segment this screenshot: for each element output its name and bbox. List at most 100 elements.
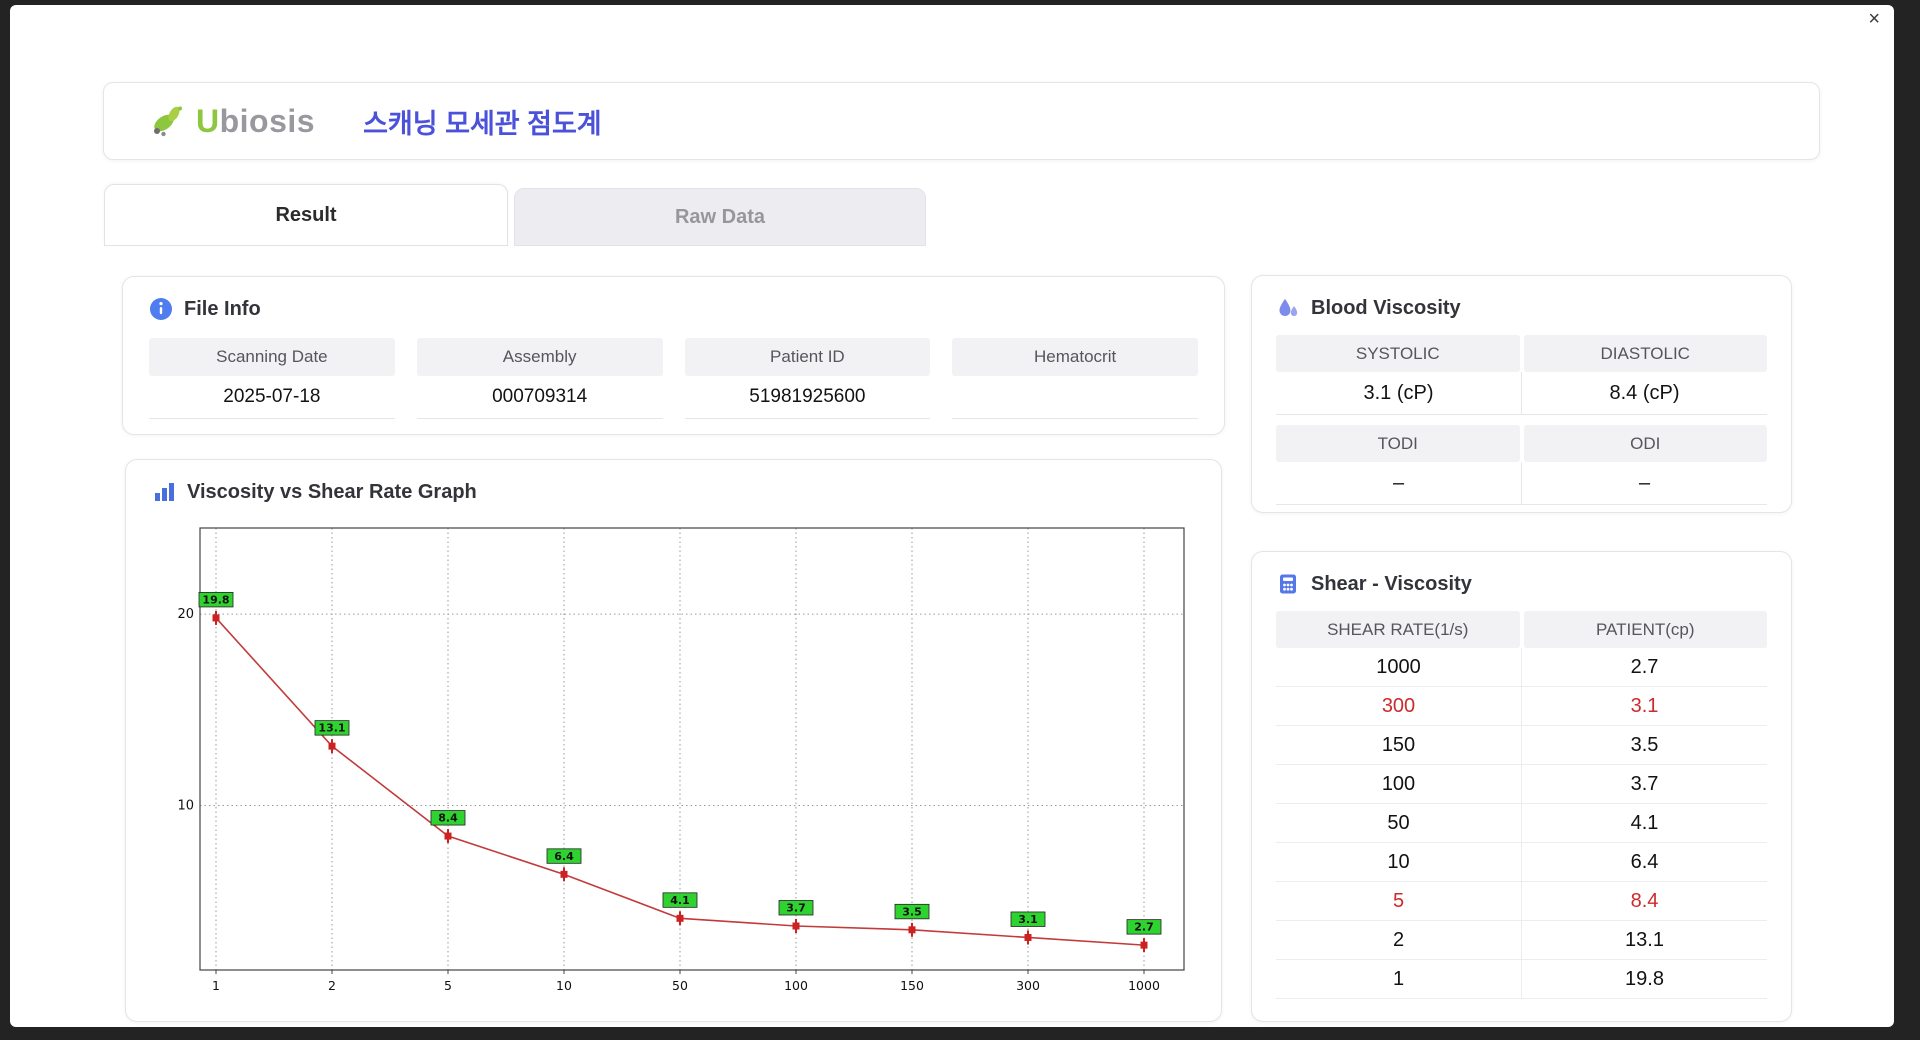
- file-info-panel: File Info Scanning Date 2025-07-18 Assem…: [122, 276, 1225, 435]
- field-value: 2025-07-18: [149, 376, 395, 419]
- systolic-header: SYSTOLIC: [1276, 335, 1520, 372]
- field-patient-id: Patient ID 51981925600: [684, 338, 931, 419]
- field-value: [952, 376, 1198, 419]
- svg-text:1: 1: [212, 978, 220, 993]
- file-info-fields: Scanning Date 2025-07-18 Assembly 000709…: [149, 338, 1198, 419]
- svg-text:10: 10: [556, 978, 572, 993]
- svg-text:19.8: 19.8: [202, 593, 229, 606]
- shear-rate-cell: 2: [1392, 928, 1405, 951]
- leaf-logo-icon: [154, 106, 182, 137]
- shear-rate-cell: 50: [1387, 811, 1410, 834]
- svg-text:8.4: 8.4: [438, 812, 458, 825]
- table-row: 50 4.1: [1276, 804, 1767, 843]
- todi-value: –: [1276, 462, 1521, 505]
- tab-raw-data[interactable]: Raw Data: [514, 188, 926, 246]
- patient-viscosity-cell: 4.1: [1521, 804, 1767, 842]
- shear-viscosity-title-row: Shear - Viscosity: [1276, 572, 1767, 596]
- info-icon: [150, 298, 172, 320]
- graph-panel: Viscosity vs Shear Rate Graph 10 20 1 2 5 10 5…: [125, 459, 1222, 1022]
- odi-value: –: [1521, 462, 1767, 505]
- svg-text:10: 10: [177, 798, 194, 813]
- systolic-value: 3.1 (cP): [1276, 372, 1521, 415]
- svg-text:150: 150: [900, 978, 924, 993]
- shear-viscosity-title: Shear - Viscosity: [1311, 572, 1472, 595]
- shear-rate-cell: 100: [1381, 772, 1416, 795]
- field-label: Hematocrit: [952, 338, 1198, 376]
- odi-header: ODI: [1523, 425, 1767, 462]
- patient-viscosity-cell: 6.4: [1521, 843, 1767, 881]
- field-assembly: Assembly 000709314: [416, 338, 663, 419]
- page-title: 스캐닝 모세관 점도계: [363, 108, 602, 139]
- table-row: 1 19.8: [1276, 960, 1767, 999]
- shear-table-body: 1000 2.7 300 3.1 150 3.5 100 3.7 50 4.1 10 6.4 5 8.4 2…: [1276, 648, 1767, 999]
- logo-text: Ubiosis: [196, 103, 315, 140]
- bar-chart-icon: [155, 483, 174, 501]
- svg-text:4.1: 4.1: [670, 894, 690, 907]
- table-row: 5 8.4: [1276, 882, 1767, 921]
- svg-text:3.7: 3.7: [786, 901, 806, 914]
- viscosity-chart: 10 20 1 2 5 10 50 100 150 300 1000 19.8 13.1 8.4 6.4 4.…: [177, 527, 1185, 993]
- close-icon[interactable]: ×: [1868, 9, 1880, 29]
- svg-text:300: 300: [1016, 978, 1040, 993]
- shear-rate-cell: 5: [1392, 889, 1405, 912]
- patient-viscosity-cell: 19.8: [1521, 960, 1767, 998]
- tab-result[interactable]: Result: [104, 184, 508, 246]
- calculator-icon: [1280, 574, 1296, 594]
- svg-text:100: 100: [784, 978, 808, 993]
- diastolic-value: 8.4 (cP): [1521, 372, 1767, 415]
- table-row: 1000 2.7: [1276, 648, 1767, 687]
- field-scanning-date: Scanning Date 2025-07-18: [149, 338, 395, 419]
- patient-column-header: PATIENT(cp): [1523, 611, 1767, 648]
- table-row: 100 3.7: [1276, 765, 1767, 804]
- table-row: 300 3.1: [1276, 687, 1767, 726]
- shear-rate-cell: 300: [1381, 694, 1416, 717]
- shear-rate-column-header: SHEAR RATE(1/s): [1276, 611, 1520, 648]
- svg-text:50: 50: [672, 978, 688, 993]
- table-row: 10 6.4: [1276, 843, 1767, 882]
- header: Ubiosis 스캐닝 모세관 점도계: [103, 82, 1820, 160]
- field-label: Assembly: [416, 338, 663, 376]
- svg-text:1000: 1000: [1128, 978, 1160, 993]
- table-header-row: SHEAR RATE(1/s) PATIENT(cp): [1276, 611, 1767, 648]
- svg-text:2.7: 2.7: [1134, 921, 1154, 934]
- table-row: 2 13.1: [1276, 921, 1767, 960]
- shear-rate-cell: 1: [1392, 967, 1405, 990]
- blood-viscosity-panel: Blood Viscosity SYSTOLIC DIASTOLIC 3.1 (…: [1251, 275, 1792, 513]
- field-value: 51981925600: [684, 376, 931, 419]
- file-info-title-row: File Info: [149, 297, 1198, 321]
- blood-viscosity-grid: SYSTOLIC DIASTOLIC 3.1 (cP) 8.4 (cP) TOD…: [1276, 335, 1767, 505]
- shear-rate-cell: 150: [1381, 733, 1416, 756]
- patient-viscosity-cell: 13.1: [1521, 921, 1767, 959]
- droplets-icon: [1279, 299, 1298, 316]
- svg-text:5: 5: [444, 978, 452, 993]
- logo-text-u: U: [196, 102, 220, 139]
- shear-viscosity-table: SHEAR RATE(1/s) PATIENT(cp) 1000 2.7 300 3.…: [1276, 611, 1767, 999]
- svg-text:13.1: 13.1: [318, 722, 345, 735]
- field-hematocrit: Hematocrit: [952, 338, 1198, 419]
- patient-viscosity-cell: 3.5: [1521, 726, 1767, 764]
- app-window: × Ubiosis 스캐닝 모세관 점도계 Result Raw Data Fi…: [10, 5, 1894, 1027]
- field-label: Patient ID: [684, 338, 931, 376]
- shear-rate-cell: 10: [1387, 850, 1410, 873]
- shear-viscosity-panel: Shear - Viscosity SHEAR RATE(1/s) PATIEN…: [1251, 551, 1792, 1022]
- graph-title: Viscosity vs Shear Rate Graph: [187, 480, 477, 503]
- table-row: 150 3.5: [1276, 726, 1767, 765]
- logo-text-rest: biosis: [219, 102, 316, 139]
- diastolic-header: DIASTOLIC: [1523, 335, 1767, 372]
- graph-title-row: Viscosity vs Shear Rate Graph: [152, 480, 1195, 504]
- svg-text:3.1: 3.1: [1018, 913, 1038, 926]
- shear-rate-cell: 1000: [1376, 655, 1421, 678]
- field-label: Scanning Date: [149, 338, 395, 376]
- patient-viscosity-cell: 8.4: [1521, 882, 1767, 920]
- blood-viscosity-title: Blood Viscosity: [1311, 296, 1461, 319]
- field-value: 000709314: [416, 376, 663, 419]
- blood-viscosity-title-row: Blood Viscosity: [1276, 296, 1767, 320]
- svg-text:20: 20: [177, 607, 194, 622]
- todi-header: TODI: [1276, 425, 1520, 462]
- patient-viscosity-cell: 3.1: [1521, 687, 1767, 725]
- svg-text:3.5: 3.5: [902, 905, 922, 918]
- patient-viscosity-cell: 2.7: [1521, 648, 1767, 686]
- patient-viscosity-cell: 3.7: [1521, 765, 1767, 803]
- svg-text:6.4: 6.4: [554, 850, 574, 863]
- ubiosis-logo: Ubiosis: [148, 103, 315, 140]
